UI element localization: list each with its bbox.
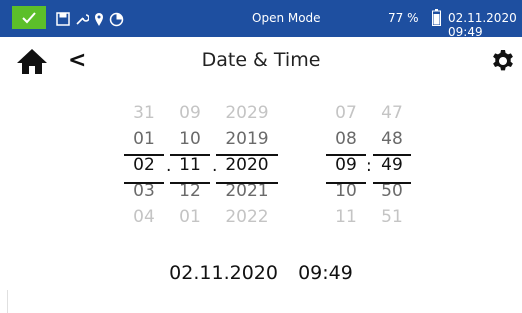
day-selection-bottom-line [124, 182, 164, 184]
summary-date: 02.11.2020 [169, 262, 278, 284]
month-picker[interactable]: 09 10 11 12 01 [160, 102, 220, 228]
day-selection-top-line [124, 154, 164, 156]
status-bar: Open Mode 77 % 02.11.2020 09:49 [0, 0, 522, 39]
year-selection-top-line [216, 154, 278, 156]
year-option[interactable]: 2019 [214, 128, 280, 150]
summary-time: 09:49 [298, 262, 353, 284]
mode-label: Open Mode [252, 11, 321, 25]
wrench-icon [76, 14, 89, 25]
month-option[interactable]: 10 [160, 128, 220, 150]
minute-option[interactable]: 47 [362, 102, 422, 124]
minute-selection-top-line [373, 154, 411, 156]
month-selected[interactable]: 11 [160, 154, 220, 176]
year-option[interactable]: 2022 [214, 206, 280, 228]
settings-button[interactable] [491, 49, 515, 73]
year-option[interactable]: 2029 [214, 102, 280, 124]
page-title: Date & Time [201, 49, 321, 71]
month-option[interactable]: 01 [160, 206, 220, 228]
save-icon [56, 12, 70, 26]
minute-option[interactable]: 48 [362, 128, 422, 150]
battery-icon [432, 9, 441, 26]
minute-option[interactable]: 51 [362, 206, 422, 228]
datetime-summary: 02.11.2020 09:49 [0, 262, 522, 284]
status-icons [56, 8, 124, 30]
gear-icon [493, 50, 513, 71]
minute-picker[interactable]: 47 48 49 50 51 [362, 102, 422, 228]
year-selection-bottom-line [216, 182, 278, 184]
year-selected[interactable]: 2020 [214, 154, 280, 176]
hour-selection-top-line [326, 154, 366, 156]
header: < Date & Time [0, 37, 522, 85]
year-picker[interactable]: 2029 2019 2020 2021 2022 [214, 102, 280, 228]
minute-selection-bottom-line [373, 182, 411, 184]
month-selection-bottom-line [170, 182, 210, 184]
check-icon [22, 11, 36, 23]
battery-percentage: 77 % [388, 11, 419, 25]
status-clock: 02.11.2020 09:49 [448, 11, 517, 39]
location-pin-icon [95, 12, 103, 26]
status-ok-indicator [12, 6, 46, 29]
minute-selected[interactable]: 49 [362, 154, 422, 176]
hour-selection-bottom-line [326, 182, 366, 184]
month-option[interactable]: 09 [160, 102, 220, 124]
month-selection-top-line [170, 154, 210, 156]
divider [7, 290, 8, 313]
timer-icon [109, 12, 124, 26]
